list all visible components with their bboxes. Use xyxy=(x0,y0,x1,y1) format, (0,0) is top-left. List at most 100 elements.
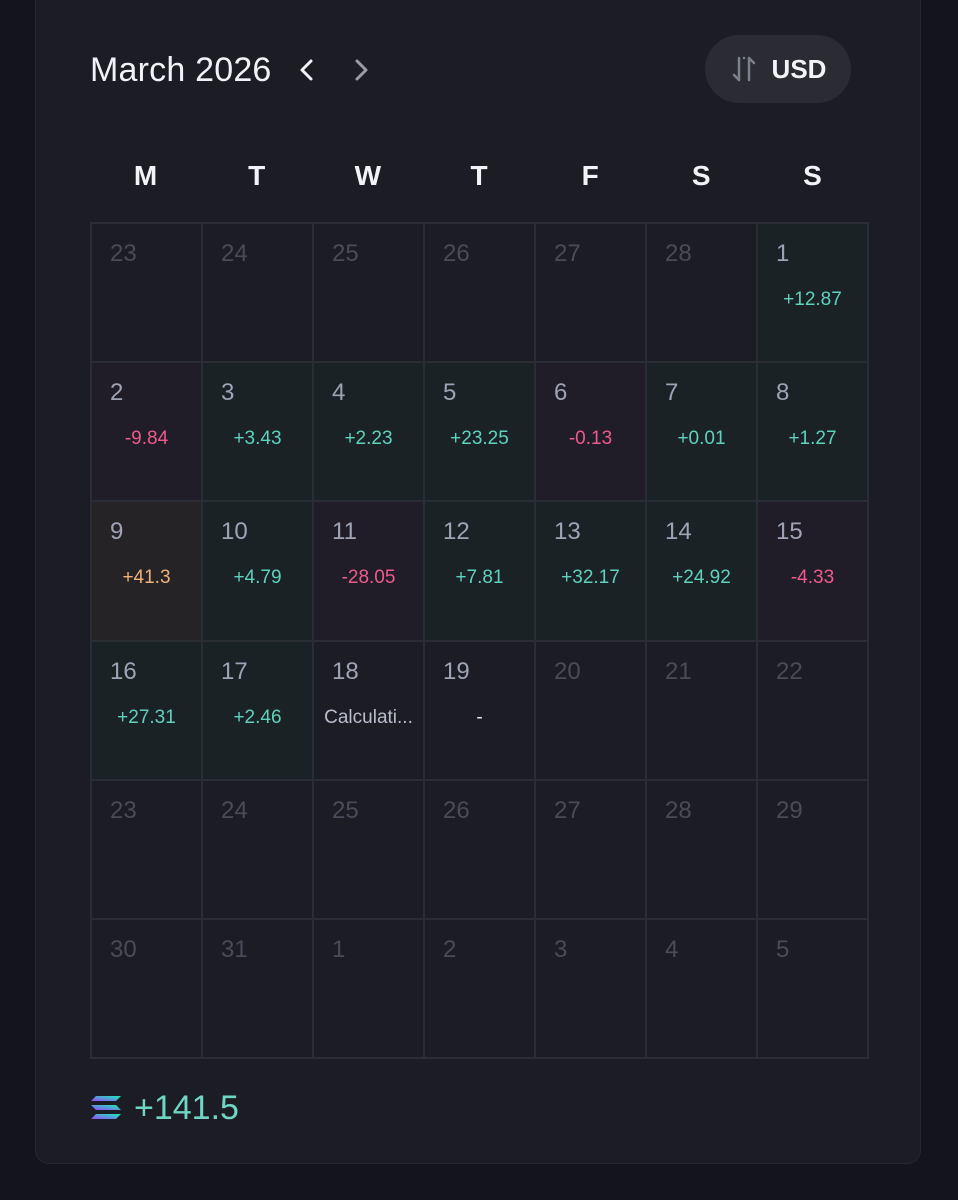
calendar-day-cell: 28 xyxy=(647,780,758,920)
calendar-day-cell: 4 xyxy=(647,919,758,1059)
day-number: 23 xyxy=(110,796,137,824)
day-number: 18 xyxy=(332,657,359,685)
day-pnl-value: +24.92 xyxy=(672,567,731,589)
calendar-day-cell[interactable]: 7 +0.01 xyxy=(647,363,758,503)
day-number: 7 xyxy=(665,379,679,407)
calendar-day-cell[interactable]: 10 +4.79 xyxy=(203,502,314,642)
currency-toggle-button[interactable]: USD xyxy=(705,35,851,103)
calendar-day-cell: 30 xyxy=(92,919,203,1059)
day-pnl-value: +4.79 xyxy=(233,567,282,589)
calendar-day-cell: 26 xyxy=(425,224,536,364)
day-number: 14 xyxy=(665,518,692,546)
day-number: 27 xyxy=(554,796,581,824)
month-title: March 2026 xyxy=(90,50,272,89)
calendar-day-cell: 1 xyxy=(314,919,425,1059)
day-number: 3 xyxy=(554,935,568,963)
day-number: 28 xyxy=(665,796,692,824)
day-number: 25 xyxy=(332,796,359,824)
calendar-day-cell[interactable]: 5 +23.25 xyxy=(425,363,536,503)
solana-logo-icon xyxy=(91,1096,121,1119)
day-number: 26 xyxy=(443,240,470,267)
day-pnl-value: +2.23 xyxy=(344,428,393,450)
calendar-day-cell: 28 xyxy=(647,224,758,364)
calendar-day-cell: 21 xyxy=(647,641,758,781)
next-month-button[interactable] xyxy=(338,48,382,92)
calendar-day-cell[interactable]: 8 +1.27 xyxy=(758,363,869,503)
calendar-day-cell[interactable]: 6 -0.13 xyxy=(536,363,647,503)
day-number: 1 xyxy=(332,935,346,963)
day-number: 9 xyxy=(110,518,124,546)
calendar-day-cell: 23 xyxy=(92,224,203,364)
day-pnl-value: +23.25 xyxy=(450,428,509,450)
day-pnl-value: +27.31 xyxy=(117,706,176,728)
day-pnl-value: +12.87 xyxy=(783,289,842,310)
day-number: 15 xyxy=(776,518,803,546)
day-number: 27 xyxy=(554,240,581,267)
calendar-day-cell[interactable]: 11 -28.05 xyxy=(314,502,425,642)
calendar-day-cell[interactable]: 2 -9.84 xyxy=(92,363,203,503)
day-number: 21 xyxy=(665,657,692,685)
calendar-day-cell[interactable]: 12 +7.81 xyxy=(425,502,536,642)
day-number: 12 xyxy=(443,518,470,546)
calendar-day-cell[interactable]: 1 +12.87 xyxy=(758,224,869,364)
calendar-day-cell[interactable]: 18 Calculati... xyxy=(314,641,425,781)
day-pnl-value: -0.13 xyxy=(568,428,613,450)
calendar-day-cell[interactable]: 14 +24.92 xyxy=(647,502,758,642)
weekday-label: T xyxy=(248,160,266,191)
day-number: 5 xyxy=(443,379,457,407)
calendar-day-cell[interactable]: 17 +2.46 xyxy=(203,641,314,781)
calendar-day-cell[interactable]: 19- xyxy=(425,641,536,781)
chevron-left-icon xyxy=(300,59,313,81)
weekday-label: T xyxy=(470,160,488,191)
day-number: 24 xyxy=(221,796,248,824)
calendar-day-cell: 2 xyxy=(425,919,536,1059)
calendar-day-cell[interactable]: 4 +2.23 xyxy=(314,363,425,503)
day-pnl-value: - xyxy=(476,706,483,728)
day-pnl-value: +3.43 xyxy=(233,428,282,450)
calendar-day-cell: 20 xyxy=(536,641,647,781)
day-number: 23 xyxy=(110,240,137,267)
day-number: 16 xyxy=(110,657,137,685)
calendar-day-cell: 26 xyxy=(425,780,536,920)
swap-vertical-icon xyxy=(732,56,755,82)
day-pnl-value: +7.81 xyxy=(455,567,504,589)
day-number: 2 xyxy=(443,935,457,963)
day-number: 19 xyxy=(443,657,470,685)
day-number: 11 xyxy=(332,518,357,546)
day-number: 2 xyxy=(110,379,124,407)
day-pnl-value: +1.27 xyxy=(788,428,837,450)
calendar-day-cell: 24 xyxy=(203,224,314,364)
calendar-day-cell[interactable]: 3 +3.43 xyxy=(203,363,314,503)
calendar-day-cell[interactable]: 9 +41.3 xyxy=(92,502,203,642)
chevron-right-icon xyxy=(355,59,368,81)
day-pnl-value: +32.17 xyxy=(561,567,620,589)
total-pnl-value: +141.5 xyxy=(134,1088,239,1127)
day-number: 6 xyxy=(554,379,568,407)
day-number: 3 xyxy=(221,379,235,407)
day-number: 17 xyxy=(221,657,248,685)
calendar-day-cell: 3 xyxy=(536,919,647,1059)
calendar-day-cell: 24 xyxy=(203,780,314,920)
day-number: 30 xyxy=(110,935,137,963)
day-number: 1 xyxy=(776,240,790,267)
weekday-label: F xyxy=(581,160,599,191)
calendar-day-cell[interactable]: 13 +32.17 xyxy=(536,502,647,642)
day-pnl-value: -4.33 xyxy=(790,567,835,589)
weekday-label: S xyxy=(803,160,822,191)
day-pnl-value: +41.3 xyxy=(122,567,171,589)
calendar-day-cell[interactable]: 16 +27.31 xyxy=(92,641,203,781)
calendar-day-cell: 23 xyxy=(92,780,203,920)
prev-month-button[interactable] xyxy=(286,48,330,92)
day-number: 25 xyxy=(332,240,359,267)
weekday-header-row: MTWTFSS xyxy=(90,150,868,202)
calendar-day-cell: 25 xyxy=(314,780,425,920)
calendar-day-cell: 31 xyxy=(203,919,314,1059)
calendar-day-cell: 22 xyxy=(758,641,869,781)
weekday-label: S xyxy=(691,160,711,191)
calendar-day-cell[interactable]: 15 -4.33 xyxy=(758,502,869,642)
calendar-grid: 23 24 25 26 27 28 1 +12.87 2 -9.84 3 +3.43 4 +2.23 5 +2… xyxy=(90,222,869,1059)
day-number: 29 xyxy=(776,796,803,824)
day-number: 20 xyxy=(554,657,581,685)
day-pnl-value: -9.84 xyxy=(124,428,169,450)
day-pnl-value: +0.01 xyxy=(677,428,726,450)
